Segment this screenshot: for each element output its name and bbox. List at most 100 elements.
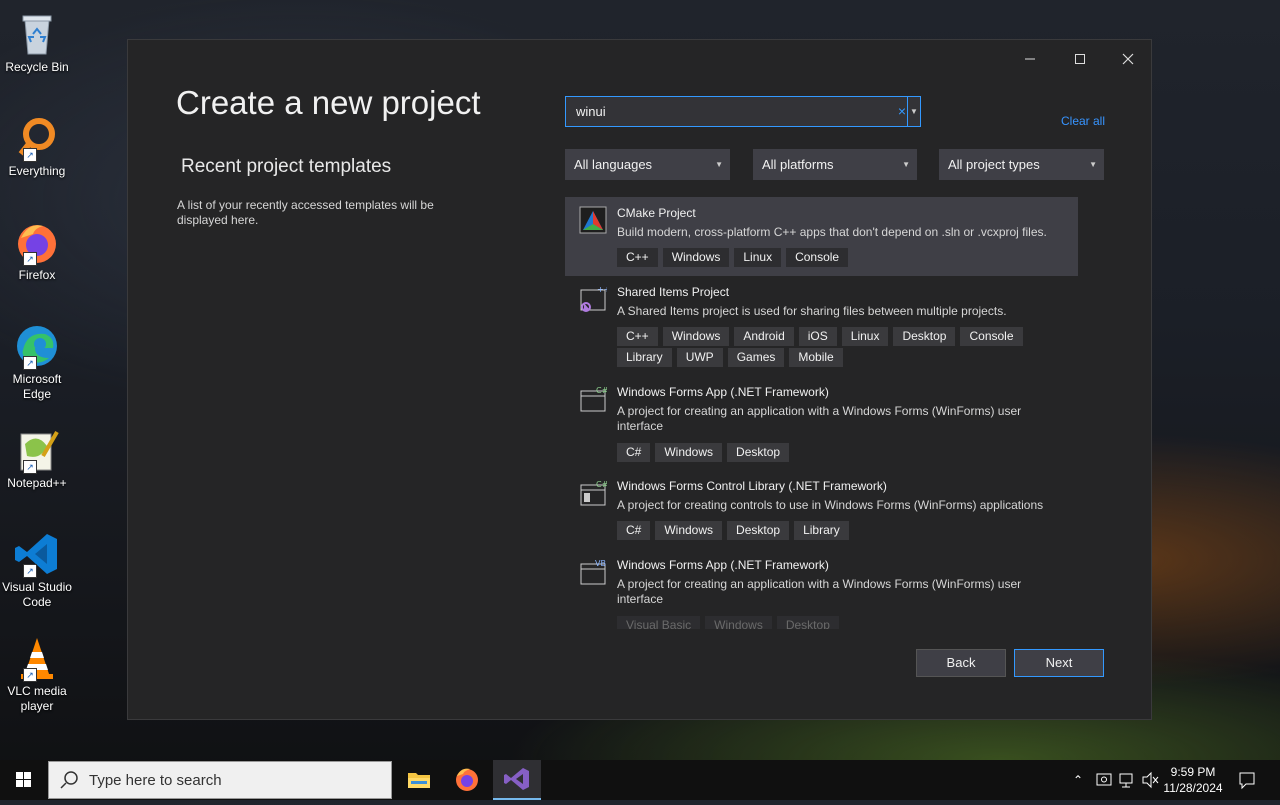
taskbar-search-placeholder: Type here to search	[89, 772, 222, 789]
platform-filter-select[interactable]: All platforms ▼	[753, 149, 917, 180]
desktop-icon-label: Microsoft Edge	[12, 372, 62, 401]
desktop-icon-notepadpp[interactable]: ↗ Notepad++	[0, 420, 74, 491]
everything-icon: ↗	[13, 114, 61, 162]
tag: Mobile	[789, 348, 843, 367]
file-explorer-icon	[408, 773, 430, 788]
action-center-button[interactable]	[1233, 760, 1261, 800]
desktop-icon-vscode[interactable]: ↗ Visual Studio Code	[0, 524, 74, 610]
tag: Games	[727, 348, 785, 367]
tag: C++	[617, 327, 658, 346]
vlc-icon: ↗	[13, 634, 61, 682]
desktop-icon-label: Visual Studio Code	[2, 580, 72, 609]
template-name: Windows Forms App (.NET Framework)	[617, 558, 829, 572]
tag: C#	[617, 521, 651, 540]
tag: Console	[960, 327, 1023, 346]
shared-items-icon: ++	[579, 285, 610, 313]
template-name: Shared Items Project	[617, 285, 730, 299]
start-button[interactable]	[0, 760, 48, 800]
maximize-button[interactable]	[1057, 46, 1103, 76]
notification-icon	[1239, 772, 1255, 790]
template-description: Build modern, cross-platform C++ apps th…	[617, 225, 1047, 239]
windows-logo-icon	[16, 772, 31, 787]
desktop-icon-label: Recycle Bin	[5, 60, 69, 74]
taskbar-file-explorer[interactable]	[395, 760, 443, 800]
tag: Desktop	[893, 327, 956, 346]
network-status[interactable]	[1117, 760, 1137, 800]
taskbar-firefox[interactable]	[443, 760, 491, 800]
show-hidden-icons-button[interactable]: ⌃	[1068, 760, 1088, 800]
back-button[interactable]: Back	[916, 649, 1006, 677]
cmake-icon	[579, 206, 607, 234]
chevron-down-icon: ▼	[1089, 160, 1097, 169]
taskbar-search-box[interactable]: Type here to search	[48, 761, 392, 799]
desktop-icon-label: Firefox	[18, 268, 56, 282]
shortcut-arrow-icon: ↗	[23, 668, 37, 682]
template-item-winforms-app-vb[interactable]: VB Windows Forms App (.NET Framework) A …	[565, 549, 1078, 629]
search-input[interactable]	[566, 97, 886, 126]
template-tags: C++ Windows Linux Console	[617, 248, 1057, 269]
template-item-winforms-app-cs[interactable]: C# Windows Forms App (.NET Framework) A …	[565, 376, 1078, 470]
desktop-icon-edge[interactable]: ↗ Microsoft Edge	[0, 316, 74, 402]
template-tags: Visual Basic Windows Desktop	[617, 616, 1057, 629]
clock[interactable]: 9:59 PM 11/28/2024	[1162, 760, 1224, 800]
chevron-down-icon: ▼	[715, 160, 723, 169]
template-tags: C# Windows Desktop	[617, 443, 1057, 464]
close-button[interactable]	[1105, 46, 1151, 76]
platform-filter-value: All platforms	[762, 157, 834, 172]
template-description: A project for creating an application wi…	[617, 577, 1022, 606]
tag: Linux	[734, 248, 782, 267]
shortcut-arrow-icon: ↗	[23, 356, 37, 370]
template-tags: C++ Windows Android iOS Linux Desktop Console L…	[617, 327, 1057, 369]
shortcut-arrow-icon: ↗	[23, 252, 37, 266]
desktop-icon-everything[interactable]: ↗ Everything	[0, 108, 74, 179]
chevron-down-icon: ▼	[902, 160, 910, 169]
template-item-cmake[interactable]: CMake Project Build modern, cross-platfo…	[565, 197, 1078, 276]
tag: Windows	[662, 248, 730, 267]
template-description: A project for creating an application wi…	[617, 404, 1022, 433]
svg-text:++: ++	[597, 285, 607, 294]
template-item-shared-items[interactable]: ++ Shared Items Project A Shared Items p…	[565, 276, 1078, 376]
template-list[interactable]: CMake Project Build modern, cross-platfo…	[565, 197, 1081, 629]
template-search-box: × ▼	[565, 96, 921, 127]
template-name: CMake Project	[617, 206, 696, 220]
recycle-bin-icon	[13, 10, 61, 58]
shortcut-arrow-icon: ↗	[23, 564, 37, 578]
tag: Library	[617, 348, 672, 367]
close-icon	[1122, 53, 1134, 65]
volume-control[interactable]	[1140, 760, 1160, 800]
template-name: Windows Forms App (.NET Framework)	[617, 385, 829, 399]
clear-all-link[interactable]: Clear all	[1061, 114, 1105, 128]
tag: Desktop	[776, 616, 839, 629]
template-description: A Shared Items project is used for shari…	[617, 304, 1007, 318]
tag: C#	[617, 443, 651, 462]
desktop-icon-label: Notepad++	[7, 476, 67, 490]
language-filter-select[interactable]: All languages ▼	[565, 149, 730, 180]
page-title: Create a new project	[176, 84, 481, 121]
search-history-dropdown-icon[interactable]: ▼	[908, 97, 920, 126]
desktop-icon-vlc[interactable]: ↗ VLC media player	[0, 628, 74, 714]
tag: Windows	[662, 327, 730, 346]
taskbar-visual-studio[interactable]	[493, 760, 541, 800]
tag: Android	[734, 327, 794, 346]
recent-templates-description: A list of your recently accessed templat…	[177, 198, 434, 227]
tray-app-icon[interactable]	[1094, 760, 1114, 800]
clear-search-icon[interactable]: ×	[898, 97, 906, 126]
tag: Console	[786, 248, 849, 267]
next-button[interactable]: Next	[1014, 649, 1104, 677]
desktop-icon-recycle-bin[interactable]: Recycle Bin	[0, 4, 74, 75]
template-item-winforms-control-library[interactable]: C# Windows Forms Control Library (.NET F…	[565, 470, 1078, 549]
tag: Windows	[655, 521, 723, 540]
minimize-icon	[1025, 58, 1035, 60]
desktop-icon-label: VLC media player	[7, 684, 67, 713]
search-icon	[60, 771, 78, 789]
recent-templates-heading: Recent project templates	[181, 156, 392, 177]
template-name: Windows Forms Control Library (.NET Fram…	[617, 479, 887, 493]
chevron-up-icon: ⌃	[1072, 773, 1084, 787]
tag: iOS	[798, 327, 837, 346]
network-icon	[1119, 773, 1133, 788]
project-type-filter-select[interactable]: All project types ▼	[939, 149, 1104, 180]
desktop-icon-firefox[interactable]: ↗ Firefox	[0, 212, 74, 283]
minimize-button[interactable]	[1007, 46, 1053, 76]
project-type-filter-value: All project types	[948, 157, 1040, 172]
tag: Library	[794, 521, 849, 540]
